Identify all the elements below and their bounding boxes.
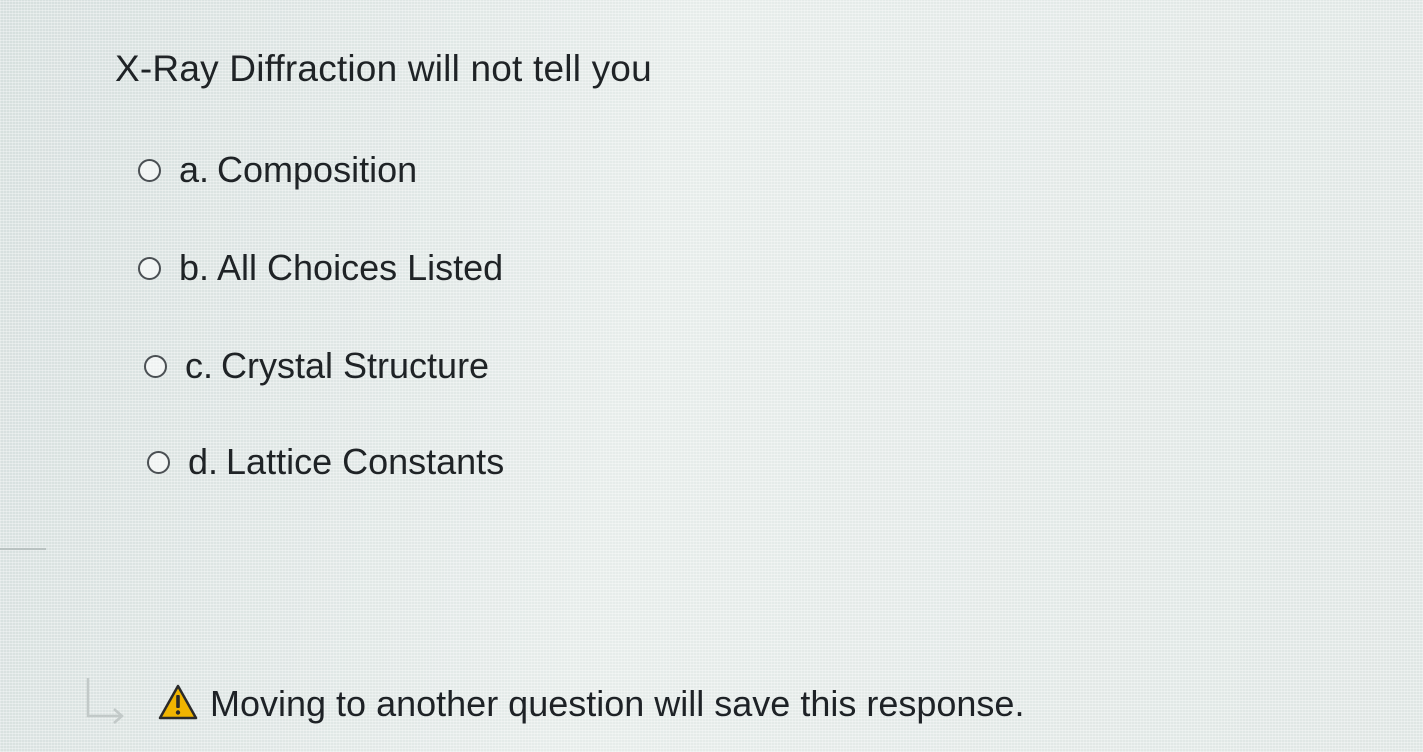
return-arrow-icon — [86, 678, 124, 724]
choice-letter: d. — [188, 441, 219, 482]
choice-label: Composition — [217, 149, 418, 190]
choice-letter: a. — [179, 149, 210, 190]
answer-choices: a. Composition b. All Choices Listed c. … — [138, 142, 504, 532]
choice-d[interactable]: d. Lattice Constants — [147, 434, 504, 490]
choice-letter: b. — [179, 247, 210, 288]
radio-button-a[interactable] — [138, 158, 161, 182]
save-notice: Moving to another question will save thi… — [84, 676, 1024, 724]
choice-c[interactable]: c. Crystal Structure — [144, 338, 504, 394]
choice-label: All Choices Listed — [217, 247, 504, 288]
radio-button-b[interactable] — [138, 256, 161, 280]
choice-letter: c. — [185, 345, 214, 386]
choice-b[interactable]: b. All Choices Listed — [138, 240, 504, 296]
choice-label: Lattice Constants — [226, 441, 505, 482]
choice-a[interactable]: a. Composition — [138, 142, 504, 198]
radio-button-d[interactable] — [147, 450, 170, 474]
choice-label: Crystal Structure — [221, 345, 490, 386]
radio-button-c[interactable] — [144, 354, 167, 378]
question-text: X-Ray Diffraction will not tell you — [115, 48, 652, 89]
save-notice-text: Moving to another question will save thi… — [210, 683, 1025, 724]
divider — [0, 548, 46, 550]
warning-icon — [158, 684, 198, 720]
